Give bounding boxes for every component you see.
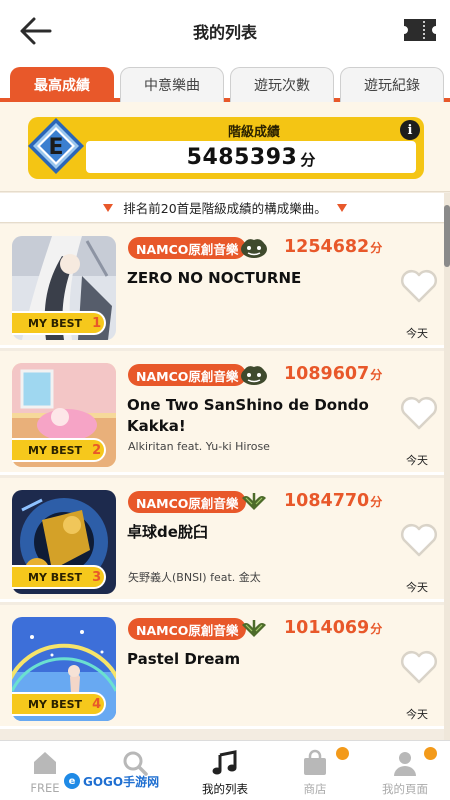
- class-score-value: 5485393: [186, 144, 298, 170]
- ticket-icon: [404, 19, 436, 41]
- oni-difficulty-icon: [241, 366, 267, 385]
- song-title: One Two SanShino de Dondo Kakka!: [127, 396, 369, 435]
- tab-favorites[interactable]: 中意樂曲: [120, 67, 224, 102]
- top-bar: 我的列表: [0, 0, 450, 62]
- my-best-label: MY BEST: [28, 316, 83, 330]
- watermark-logo-icon: e: [64, 773, 80, 789]
- tab-play-count[interactable]: 遊玩次數: [230, 67, 334, 102]
- rank-emblem-icon: E: [28, 118, 84, 174]
- played-date: 今天: [406, 454, 428, 467]
- my-best-rank: 4: [92, 696, 102, 712]
- class-score-value-bar: 5485393 分: [86, 141, 416, 173]
- nav-label: 我的列表: [202, 782, 248, 796]
- nav-shop[interactable]: 商店: [270, 741, 360, 800]
- scrollbar-track[interactable]: [444, 193, 450, 740]
- notification-dot: [336, 747, 349, 760]
- my-best-badge: MY BEST 3: [12, 565, 106, 589]
- watermark-text: GOGO手游网: [83, 774, 160, 789]
- song-artist: 矢野義人(BNSI) feat. 金太: [128, 571, 261, 584]
- nav-label: 商店: [303, 782, 327, 796]
- played-date: 今天: [406, 708, 428, 721]
- triangle-down-icon: [336, 203, 347, 212]
- oni-difficulty-icon: [241, 239, 267, 258]
- song-score-unit: 分: [370, 495, 383, 509]
- ticket-button[interactable]: [402, 17, 438, 43]
- music-note-icon: [212, 750, 237, 775]
- song-score-unit: 分: [370, 622, 383, 636]
- song-row[interactable]: MY BEST 3 NAMCO原創音樂 1084770分 卓球de脫臼 矢野義人…: [0, 478, 444, 602]
- shopping-bag-icon: [304, 749, 326, 775]
- nav-label: 我的頁面: [382, 782, 428, 796]
- song-score-value: 1254682: [284, 237, 370, 257]
- song-row[interactable]: MY BEST 4 NAMCO原創音樂 1014069分 Pastel Drea…: [0, 605, 444, 729]
- notice-text: 排名前20首是階級成績的構成樂曲。: [123, 201, 327, 216]
- my-best-badge: MY BEST 2: [12, 438, 106, 462]
- tab-best-score[interactable]: 最高成績: [10, 67, 114, 102]
- genre-badge: NAMCO原創音樂: [128, 364, 247, 386]
- my-best-label: MY BEST: [28, 697, 83, 711]
- hard-difficulty-icon: [242, 620, 266, 637]
- arrow-left-icon: [20, 17, 52, 45]
- hard-difficulty-icon: [242, 493, 266, 510]
- played-date: 今天: [406, 327, 428, 340]
- song-title: ZERO NO NOCTURNE: [127, 269, 302, 287]
- song-score: 1084770分: [284, 491, 382, 511]
- back-button[interactable]: [18, 15, 54, 47]
- song-title: 卓球de脫臼: [127, 523, 208, 541]
- nav-my-list[interactable]: 我的列表: [180, 741, 270, 800]
- my-best-label: MY BEST: [28, 570, 83, 584]
- my-best-label: MY BEST: [28, 443, 83, 457]
- class-score-box: 階級成績 5485393 分: [28, 117, 424, 179]
- song-score-value: 1014069: [284, 618, 370, 638]
- my-best-rank: 1: [92, 315, 102, 331]
- song-score: 1254682分: [284, 237, 382, 257]
- genre-badge: NAMCO原創音樂: [128, 618, 247, 640]
- heart-icon[interactable]: [399, 268, 439, 304]
- class-score-label: 階級成績: [228, 125, 281, 140]
- song-score: 1089607分: [284, 364, 382, 384]
- song-list: MY BEST 1 NAMCO原創音樂 1254682分 ZERO NO NOC…: [0, 224, 444, 740]
- info-button[interactable]: i: [400, 120, 420, 140]
- my-best-badge: MY BEST 4: [12, 692, 106, 716]
- rank-letter: E: [48, 135, 63, 160]
- tab-play-history[interactable]: 遊玩紀錄: [340, 67, 444, 102]
- person-icon: [394, 752, 416, 776]
- home-icon: [34, 752, 56, 774]
- page-title: 我的列表: [192, 23, 257, 42]
- scrollbar-thumb[interactable]: [444, 205, 450, 267]
- song-row[interactable]: MY BEST 2 NAMCO原創音樂 1089607分 One Two San…: [0, 351, 444, 475]
- notification-dot: [424, 747, 437, 760]
- heart-icon[interactable]: [399, 649, 439, 685]
- my-best-rank: 2: [92, 442, 102, 458]
- triangle-down-icon: [103, 203, 114, 212]
- tab-bar: 最高成績 中意樂曲 遊玩次數 遊玩紀錄: [0, 62, 450, 102]
- watermark: e GOGO手游网: [62, 770, 165, 792]
- song-score-unit: 分: [370, 241, 383, 255]
- song-score-unit: 分: [370, 368, 383, 382]
- heart-icon[interactable]: [399, 395, 439, 431]
- nav-my-page[interactable]: 我的頁面: [360, 741, 450, 800]
- song-row[interactable]: MY BEST 1 NAMCO原創音樂 1254682分 ZERO NO NOC…: [0, 224, 444, 348]
- song-score: 1014069分: [284, 618, 382, 638]
- my-best-rank: 3: [92, 569, 102, 585]
- notice-bar: 排名前20首是階級成績的構成樂曲。: [0, 193, 450, 223]
- heart-icon[interactable]: [399, 522, 439, 558]
- genre-badge: NAMCO原創音樂: [128, 491, 247, 513]
- song-score-value: 1084770: [284, 491, 370, 511]
- song-artist: Alkiritan feat. Yu-ki Hirose: [128, 440, 270, 453]
- genre-badge: NAMCO原創音樂: [128, 237, 247, 259]
- played-date: 今天: [406, 581, 428, 594]
- my-best-badge: MY BEST 1: [12, 311, 106, 335]
- class-score-unit: 分: [300, 151, 316, 169]
- song-score-value: 1089607: [284, 364, 370, 384]
- song-title: Pastel Dream: [127, 650, 241, 668]
